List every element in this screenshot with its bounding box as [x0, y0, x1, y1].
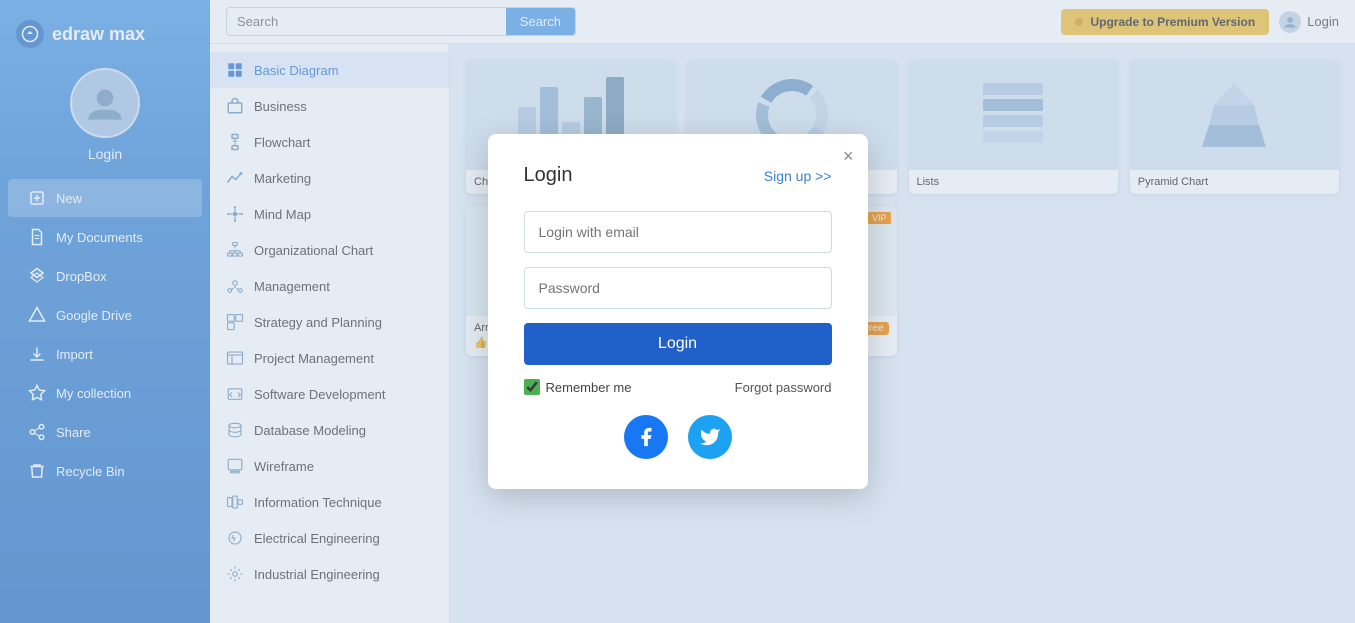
remember-me-label[interactable]: Remember me: [524, 379, 632, 395]
modal-overlay: × Login Sign up >> Login Remember me For…: [0, 0, 1355, 623]
password-input[interactable]: [524, 267, 832, 309]
twitter-login-button[interactable]: [688, 415, 732, 459]
social-icons: [524, 415, 832, 459]
remember-me-checkbox[interactable]: [524, 379, 540, 395]
facebook-login-button[interactable]: [624, 415, 668, 459]
modal-signup-link[interactable]: Sign up >>: [764, 168, 832, 184]
remember-me-text: Remember me: [546, 380, 632, 395]
forgot-password-link[interactable]: Forgot password: [735, 380, 832, 395]
modal-login-button[interactable]: Login: [524, 323, 832, 365]
email-input[interactable]: [524, 211, 832, 253]
modal-options: Remember me Forgot password: [524, 379, 832, 395]
modal-close-button[interactable]: ×: [843, 146, 854, 167]
modal-header: Login Sign up >>: [524, 164, 832, 187]
login-modal: × Login Sign up >> Login Remember me For…: [488, 134, 868, 489]
modal-title: Login: [524, 164, 573, 187]
